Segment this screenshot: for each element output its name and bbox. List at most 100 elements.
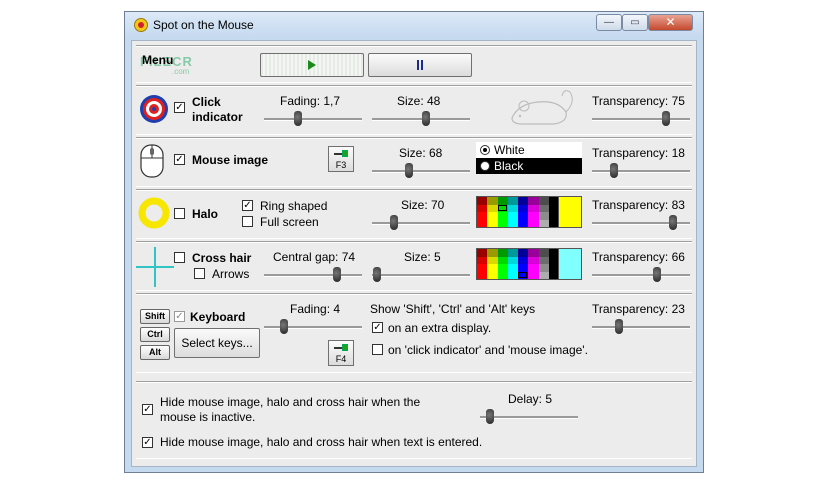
slider-thumb[interactable] (332, 267, 341, 282)
slider-thumb[interactable] (615, 319, 624, 334)
minimize-button[interactable]: — (596, 14, 622, 31)
palette-color-cell[interactable] (528, 264, 539, 272)
palette-color-cell[interactable] (477, 256, 488, 264)
palette-color-cell[interactable] (507, 197, 518, 205)
full-screen-checkbox[interactable] (242, 216, 253, 227)
pause-button[interactable] (368, 53, 472, 77)
palette-color-cell[interactable] (518, 249, 529, 257)
slider-thumb[interactable] (405, 163, 414, 178)
palette-color-cell[interactable] (497, 219, 508, 227)
halo-transparency-slider[interactable] (592, 214, 690, 232)
white-radio[interactable] (480, 145, 490, 155)
palette-color-cell[interactable] (497, 249, 508, 257)
palette-color-cell[interactable] (538, 264, 549, 272)
palette-color-cell[interactable] (487, 197, 498, 205)
cross-size-slider[interactable] (372, 266, 470, 284)
palette-color-cell[interactable] (528, 204, 539, 212)
palette-color-cell[interactable] (477, 271, 488, 279)
play-button[interactable] (260, 53, 364, 77)
extra-display-checkbox[interactable]: ✓ (372, 322, 383, 333)
palette-color-cell[interactable] (507, 264, 518, 272)
palette-color-cell[interactable] (528, 212, 539, 220)
palette-color-cell[interactable] (477, 212, 488, 220)
black-radio[interactable] (480, 161, 490, 171)
palette-color-cell[interactable] (487, 212, 498, 220)
palette-color-cell[interactable] (538, 219, 549, 227)
mouse-transparency-slider[interactable] (592, 162, 690, 180)
palette-color-cell[interactable] (477, 264, 488, 272)
palette-color-cell[interactable] (538, 249, 549, 257)
menu-button[interactable]: Menu (142, 53, 173, 67)
palette-color-cell[interactable] (518, 212, 529, 220)
palette-color-cell[interactable] (487, 219, 498, 227)
palette-color-cell[interactable] (528, 219, 539, 227)
keyboard-checkbox[interactable]: ✓ (174, 311, 185, 322)
black-option[interactable]: Black (476, 158, 582, 174)
palette-color-cell[interactable] (528, 256, 539, 264)
palette-color-cell[interactable] (487, 256, 498, 264)
keyboard-hotkey-button[interactable]: F4 (328, 340, 354, 366)
palette-color-cell[interactable] (528, 271, 539, 279)
palette-color-cell[interactable] (477, 249, 488, 257)
palette-color-cell[interactable] (518, 219, 529, 227)
halo-checkbox[interactable] (174, 208, 185, 219)
arrows-checkbox[interactable] (194, 268, 205, 279)
palette-color-cell[interactable] (477, 219, 488, 227)
hide-inactive-checkbox[interactable]: ✓ (142, 404, 153, 415)
palette-color-cell[interactable] (487, 249, 498, 257)
palette-color-cell[interactable] (528, 249, 539, 257)
slider-thumb[interactable] (669, 215, 678, 230)
palette-color-cell[interactable] (477, 204, 488, 212)
palette-color-cell[interactable] (507, 219, 518, 227)
title-bar[interactable]: Spot on the Mouse — ▭ ✕ (125, 12, 703, 38)
palette-color-cell[interactable] (497, 264, 508, 272)
halo-color-palette[interactable] (476, 196, 560, 228)
cross-transparency-slider[interactable] (592, 266, 690, 284)
slider-thumb[interactable] (652, 267, 661, 282)
keyboard-transparency-slider[interactable] (592, 318, 690, 336)
palette-color-cell[interactable] (507, 212, 518, 220)
palette-color-cell[interactable] (538, 271, 549, 279)
palette-color-cell[interactable] (497, 212, 508, 220)
palette-color-cell[interactable] (507, 204, 518, 212)
palette-color-cell[interactable] (518, 197, 529, 205)
slider-thumb[interactable] (661, 111, 670, 126)
palette-color-cell[interactable] (518, 256, 529, 264)
halo-size-slider[interactable] (372, 214, 470, 232)
palette-color-cell[interactable] (538, 197, 549, 205)
mouse-image-hotkey-button[interactable]: F3 (328, 146, 354, 172)
select-keys-button[interactable]: Select keys... (174, 328, 260, 358)
slider-thumb[interactable] (294, 111, 303, 126)
cross-color-palette[interactable] (476, 248, 560, 280)
close-button[interactable]: ✕ (648, 14, 693, 31)
palette-color-cell[interactable] (538, 212, 549, 220)
fading-slider[interactable] (264, 110, 362, 128)
hide-text-checkbox[interactable]: ✓ (142, 437, 153, 448)
palette-color-cell[interactable] (538, 256, 549, 264)
palette-color-cell[interactable] (507, 256, 518, 264)
palette-color-cell[interactable] (538, 204, 549, 212)
click-indicator-option-checkbox[interactable] (372, 344, 383, 355)
slider-thumb[interactable] (421, 111, 430, 126)
palette-color-cell[interactable] (497, 197, 508, 205)
maximize-button[interactable]: ▭ (622, 14, 648, 31)
slider-thumb[interactable] (609, 163, 618, 178)
keyboard-fading-slider[interactable] (264, 318, 362, 336)
click-indicator-checkbox[interactable]: ✓ (174, 102, 185, 113)
palette-color-cell[interactable] (507, 249, 518, 257)
palette-color-cell[interactable] (487, 204, 498, 212)
palette-color-cell[interactable] (497, 256, 508, 264)
cross-hair-checkbox[interactable] (174, 252, 185, 263)
central-gap-slider[interactable] (264, 266, 362, 284)
palette-color-cell[interactable] (487, 271, 498, 279)
palette-color-cell[interactable] (518, 204, 529, 212)
ring-shaped-checkbox[interactable]: ✓ (242, 200, 253, 211)
mouse-size-slider[interactable] (372, 162, 470, 180)
slider-thumb[interactable] (372, 267, 381, 282)
white-option[interactable]: White (476, 142, 582, 158)
slider-thumb[interactable] (389, 215, 398, 230)
palette-color-cell[interactable] (518, 264, 529, 272)
delay-slider[interactable] (480, 408, 578, 426)
slider-thumb[interactable] (279, 319, 288, 334)
palette-color-cell[interactable] (507, 271, 518, 279)
